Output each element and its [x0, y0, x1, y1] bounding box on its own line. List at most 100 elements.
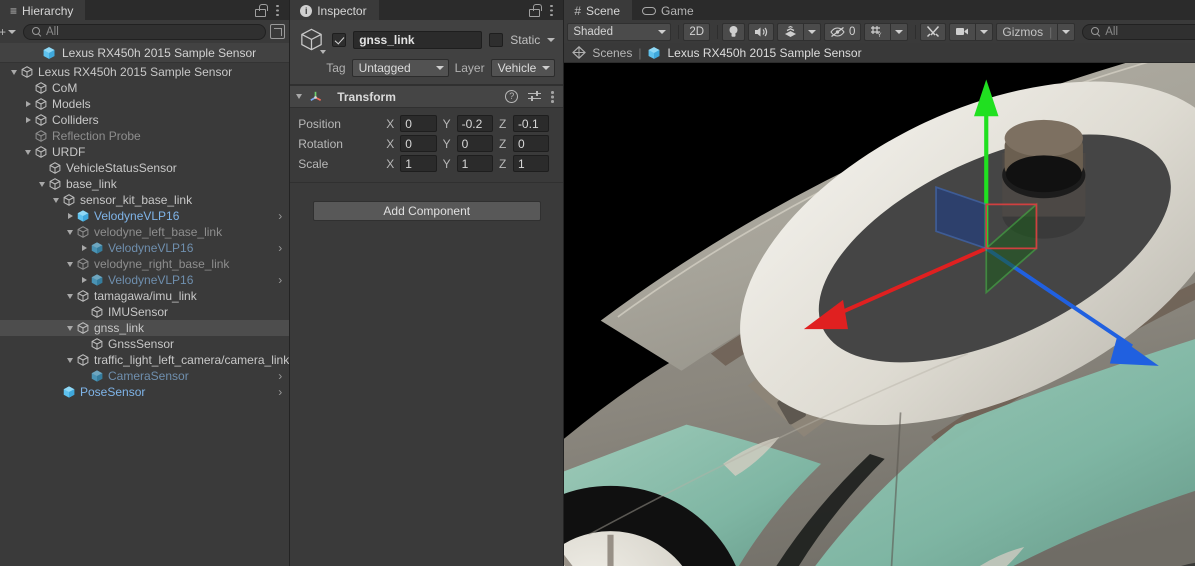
scene-fx-dropdown[interactable]	[803, 23, 821, 41]
hierarchy-item[interactable]: VelodyneVLP16›	[0, 240, 289, 256]
value: 1	[405, 157, 412, 171]
hidden-objects-button[interactable]: 0	[824, 23, 861, 41]
search-icon	[1091, 27, 1100, 36]
hierarchy-search-input[interactable]: All	[23, 24, 266, 40]
collapse-triangle-icon[interactable]	[22, 150, 34, 155]
gizmos-button[interactable]: Gizmos |	[996, 23, 1057, 41]
scene-audio-button[interactable]	[748, 23, 774, 41]
hierarchy-scene-header[interactable]: Lexus RX450h 2015 Sample Sensor	[0, 43, 289, 63]
gameobject-enabled-checkbox[interactable]	[332, 33, 346, 47]
add-gameobject-button[interactable]: +	[0, 25, 19, 39]
collapse-triangle-icon[interactable]	[64, 230, 76, 235]
tab-hierarchy[interactable]: ≡ Hierarchy	[0, 0, 85, 20]
transform-component-header[interactable]: Transform ?	[290, 85, 563, 108]
hierarchy-item[interactable]: GnssSensor	[0, 336, 289, 352]
hierarchy-item[interactable]: base_link	[0, 176, 289, 192]
collapse-triangle-icon[interactable]	[64, 262, 76, 267]
popout-icon[interactable]	[270, 24, 285, 39]
scene-camera-button[interactable]	[949, 23, 975, 41]
hierarchy-item[interactable]: tamagawa/imu_link	[0, 288, 289, 304]
kebab-menu-icon[interactable]	[551, 90, 555, 103]
scale-z-input[interactable]: 1	[513, 155, 549, 172]
expand-triangle-icon[interactable]	[22, 117, 34, 123]
expand-triangle-icon[interactable]	[78, 245, 90, 251]
scene-fx-button[interactable]	[777, 23, 803, 41]
scene-search-input[interactable]: All	[1082, 24, 1195, 40]
collapse-triangle-icon[interactable]	[64, 358, 76, 363]
scene-tools-button[interactable]	[920, 23, 946, 41]
tab-inspector[interactable]: i Inspector	[290, 0, 378, 20]
tab-scene[interactable]: # Scene	[564, 0, 632, 20]
breadcrumb-scenes-label[interactable]: Scenes	[592, 46, 632, 60]
collapse-triangle-icon[interactable]	[50, 198, 62, 203]
lock-icon[interactable]	[528, 4, 541, 17]
expand-triangle-icon[interactable]	[64, 213, 76, 219]
collapse-triangle-icon[interactable]	[8, 70, 20, 75]
gameobject-name-field[interactable]: gnss_link	[353, 31, 482, 49]
hierarchy-item[interactable]: velodyne_left_base_link	[0, 224, 289, 240]
rotation-x-input[interactable]: 0	[400, 135, 436, 152]
presets-icon[interactable]	[528, 90, 541, 103]
scene-grid-button[interactable]: Y	[864, 23, 890, 41]
collapse-triangle-icon[interactable]	[36, 182, 48, 187]
hierarchy-item[interactable]: CameraSensor›	[0, 368, 289, 384]
collapse-triangle-icon[interactable]	[296, 94, 302, 99]
axis-label-z: Z	[499, 117, 513, 131]
expand-triangle-icon[interactable]	[78, 277, 90, 283]
hierarchy-item[interactable]: velodyne_right_base_link	[0, 256, 289, 272]
transform-icon	[308, 89, 323, 104]
open-prefab-chevron-icon[interactable]: ›	[278, 242, 282, 254]
rotation-z-input[interactable]: 0	[513, 135, 549, 152]
hierarchy-item[interactable]: Models	[0, 96, 289, 112]
position-y-input[interactable]: -0.2	[457, 115, 493, 132]
layer-dropdown[interactable]: Vehicle	[491, 59, 556, 77]
expand-triangle-icon[interactable]	[22, 101, 34, 107]
static-dropdown-icon[interactable]	[547, 38, 555, 42]
toggle-2d-button[interactable]: 2D	[683, 23, 710, 41]
axis-label-x: X	[386, 117, 400, 131]
draw-mode-dropdown[interactable]: Shaded	[567, 23, 671, 41]
tab-hierarchy-label: Hierarchy	[22, 4, 73, 18]
hierarchy-item[interactable]: VehicleStatusSensor	[0, 160, 289, 176]
lock-icon[interactable]	[254, 4, 267, 17]
hierarchy-item[interactable]: URDF	[0, 144, 289, 160]
scale-x-input[interactable]: 1	[400, 155, 436, 172]
hierarchy-item[interactable]: VelodyneVLP16›	[0, 208, 289, 224]
position-z-input[interactable]: -0.1	[513, 115, 549, 132]
tab-game[interactable]: Game	[632, 0, 706, 20]
open-prefab-chevron-icon[interactable]: ›	[278, 210, 282, 222]
collapse-triangle-icon[interactable]	[64, 326, 76, 331]
open-prefab-chevron-icon[interactable]: ›	[278, 386, 282, 398]
scene-viewport[interactable]	[564, 63, 1195, 566]
hierarchy-item[interactable]: sensor_kit_base_link	[0, 192, 289, 208]
open-prefab-chevron-icon[interactable]: ›	[278, 370, 282, 382]
tag-dropdown[interactable]: Untagged	[352, 59, 449, 77]
breadcrumb-current-label[interactable]: Lexus RX450h 2015 Sample Sensor	[667, 46, 861, 60]
kebab-menu-icon[interactable]	[550, 4, 554, 17]
position-x-input[interactable]: 0	[400, 115, 436, 132]
hierarchy-item[interactable]: IMUSensor	[0, 304, 289, 320]
hierarchy-tree[interactable]: Lexus RX450h 2015 Sample SensorCoMModels…	[0, 63, 289, 566]
static-checkbox[interactable]	[489, 33, 503, 47]
add-component-button[interactable]: Add Component	[313, 201, 541, 221]
help-icon[interactable]: ?	[505, 90, 518, 103]
rotation-y-input[interactable]: 0	[457, 135, 493, 152]
hierarchy-item[interactable]: traffic_light_left_camera/camera_link	[0, 352, 289, 368]
hierarchy-item[interactable]: Lexus RX450h 2015 Sample Sensor	[0, 64, 289, 80]
scene-grid-dropdown[interactable]	[890, 23, 908, 41]
gizmos-dropdown[interactable]	[1057, 23, 1075, 41]
scene-camera-dropdown[interactable]	[975, 23, 993, 41]
hierarchy-item[interactable]: Colliders	[0, 112, 289, 128]
hierarchy-item[interactable]: CoM	[0, 80, 289, 96]
hierarchy-item[interactable]: VelodyneVLP16›	[0, 272, 289, 288]
hierarchy-item[interactable]: Reflection Probe	[0, 128, 289, 144]
gameobject-icon[interactable]	[298, 26, 325, 53]
open-prefab-chevron-icon[interactable]: ›	[278, 274, 282, 286]
hierarchy-item[interactable]: gnss_link	[0, 320, 289, 336]
collapse-triangle-icon[interactable]	[64, 294, 76, 299]
kebab-menu-icon[interactable]	[276, 4, 280, 17]
gameobject-icon	[90, 305, 104, 319]
scene-lighting-button[interactable]	[722, 23, 745, 41]
hierarchy-item[interactable]: PoseSensor›	[0, 384, 289, 400]
scale-y-input[interactable]: 1	[457, 155, 493, 172]
